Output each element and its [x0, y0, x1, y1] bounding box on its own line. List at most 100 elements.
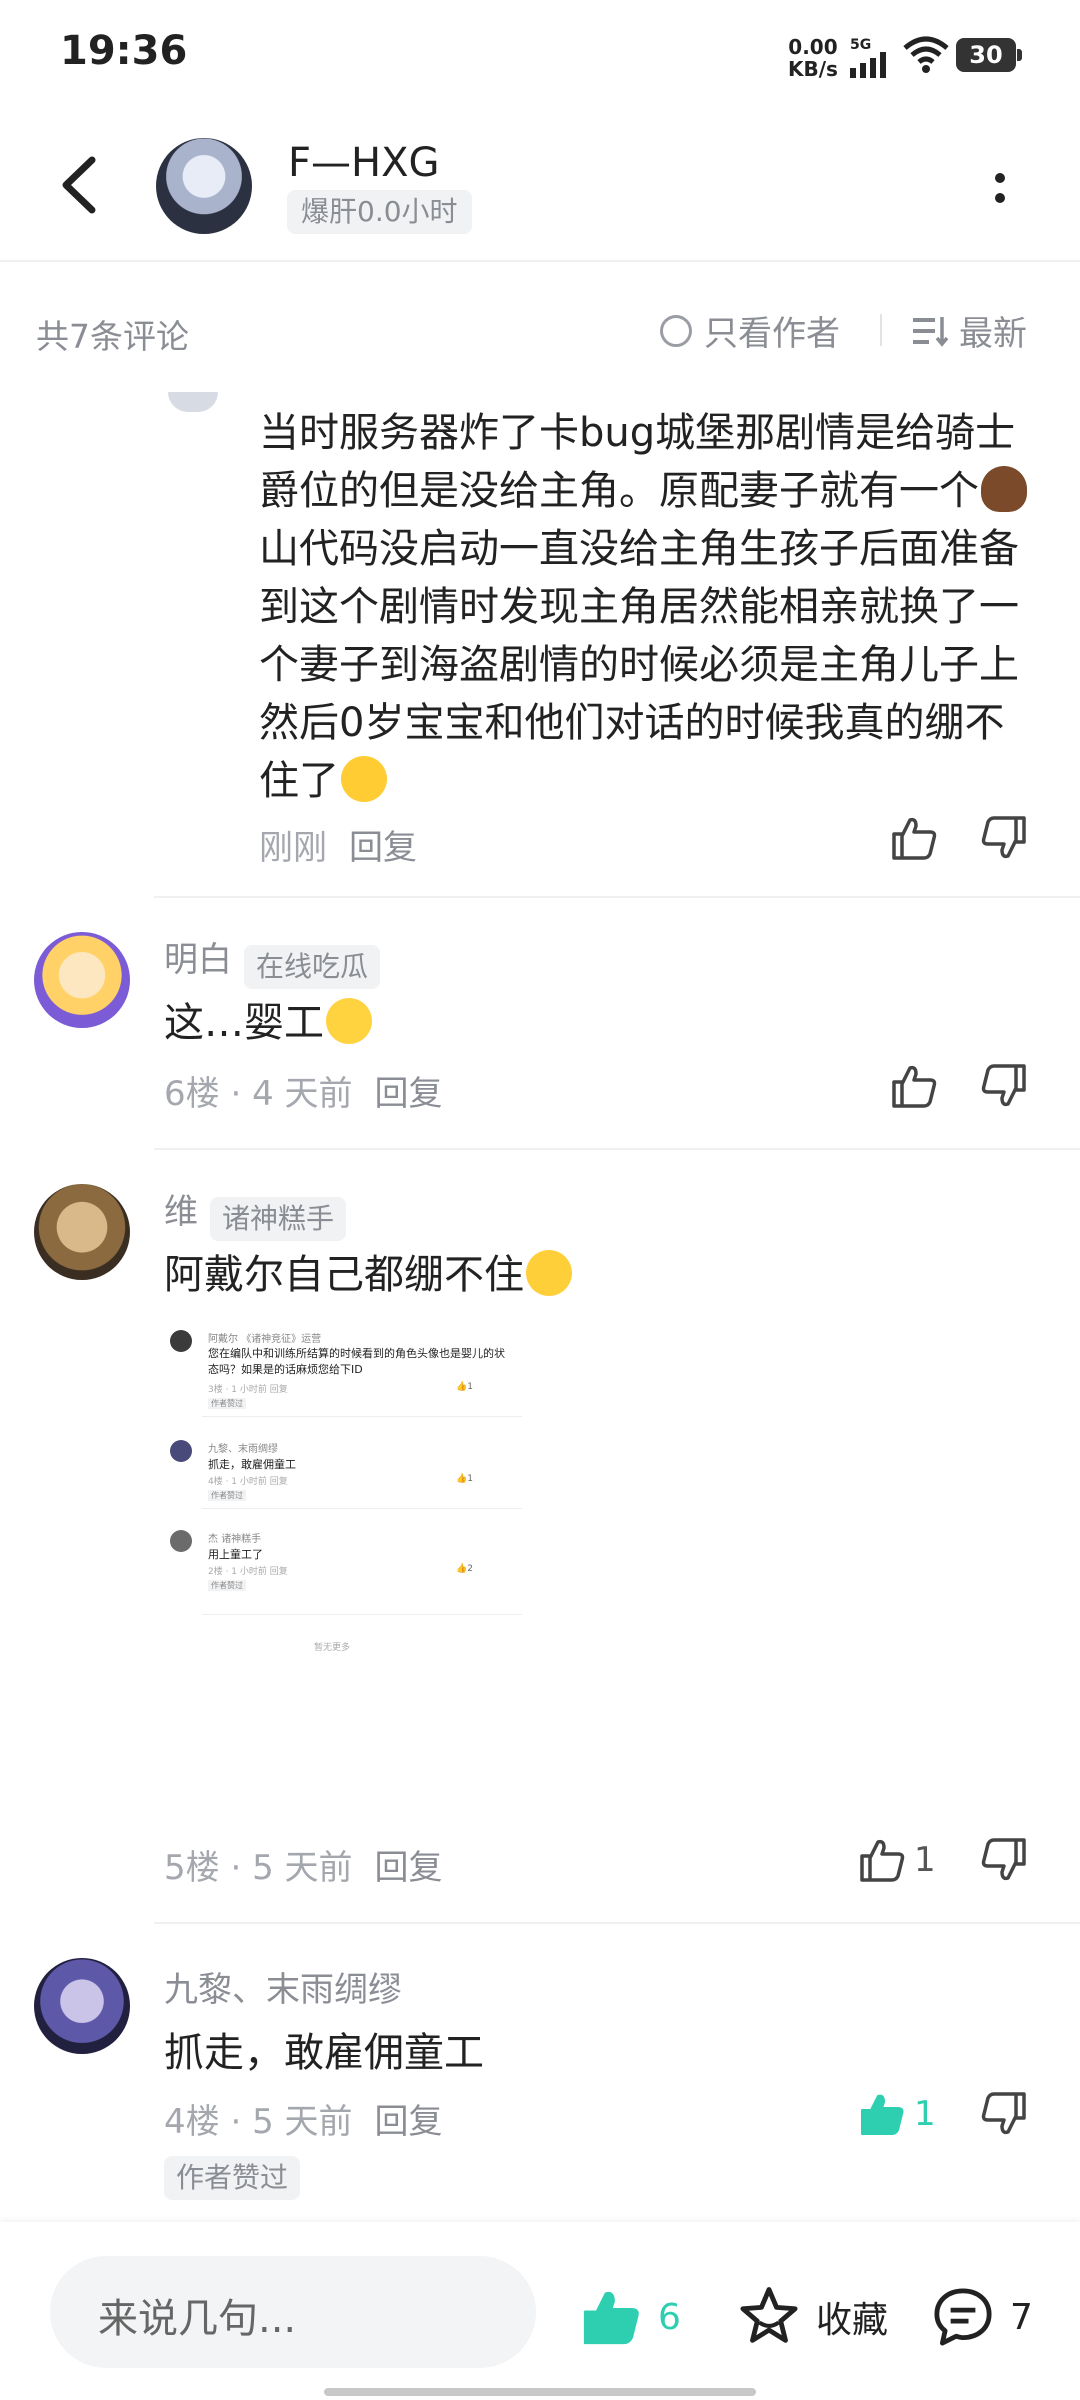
comment-4-dislike-button[interactable] [980, 2090, 1028, 2142]
comment-1-like-button[interactable] [890, 814, 938, 866]
comment-4-like-count: 1 [914, 2094, 936, 2134]
grinning-emoji-icon [341, 756, 387, 802]
comment-4-like-button[interactable]: 1 [858, 2090, 936, 2138]
user-avatar[interactable] [34, 932, 130, 1028]
thumbs-down-icon [981, 1838, 1026, 1881]
comment-2-like-button[interactable] [890, 1062, 938, 1114]
comment-3-attached-image[interactable]: 阿戴尔 《诸神竞征》运营 您在编队中和训练所结算的时候看到的角色头像也是婴儿的状… [164, 1318, 530, 1658]
comment-1-text-part1: 当时服务器炸了卡bug城堡那剧情是给骑士爵位的但是没给主角。原配妻子就有一个 [259, 410, 1016, 514]
thumbs-up-filled-icon [861, 2094, 904, 2135]
home-indicator [324, 2388, 756, 2396]
comment-1-text[interactable]: 当时服务器炸了卡bug城堡那剧情是给骑士爵位的但是没给主角。原配妻子就有一个山代… [259, 404, 1029, 810]
comment-2-text[interactable]: 这…婴工 [164, 994, 374, 1052]
network-speed-unit: KB/s [788, 57, 838, 81]
thumbs-up-filled-icon [583, 2291, 639, 2345]
comment-4-text[interactable]: 抓走，敢雇佣童工 [164, 2024, 484, 2082]
mini-c2-badge: 作者赞过 [208, 1490, 246, 1501]
comment-4-floor: 4楼 [164, 2102, 220, 2142]
mini-c2-likes: 👍1 [456, 1474, 473, 1484]
comments-button[interactable]: 7 [930, 2284, 1033, 2350]
author-avatar[interactable] [156, 138, 252, 234]
comment-3-like-button[interactable]: 1 [858, 1836, 936, 1884]
comment-1-meta: 刚刚 回复 [259, 820, 417, 869]
mini-c1-tag: 《诸神竞征》运营 [241, 1334, 322, 1345]
comment-3-header: 维诸神糕手 [164, 1184, 347, 1241]
comment-3-meta: 5楼 · 5 天前 回复 [164, 1848, 443, 1888]
comment-4-reply-button[interactable]: 回复 [375, 2102, 443, 2142]
signal-icon: 5G [850, 38, 890, 82]
network-type: 5G [850, 37, 872, 53]
sort-button[interactable]: 最新 [913, 306, 1027, 355]
thumbs-down-icon [981, 816, 1026, 859]
comment-divider [154, 1148, 1080, 1150]
comment-3-time: 5 天前 [252, 1848, 353, 1888]
comment-divider [154, 1922, 1080, 1924]
only-author-toggle[interactable]: 只看作者 [660, 306, 840, 355]
mini-c3-header: 杰 诸神糕手 [208, 1530, 261, 1545]
comment-3-like-count: 1 [914, 1840, 936, 1880]
comment-4-meta: 4楼 · 5 天前 回复 [164, 2102, 443, 2142]
back-arrow-icon [62, 156, 96, 214]
comment-3-user-tag: 诸神糕手 [210, 1196, 347, 1241]
mini-c3-badge: 作者赞过 [208, 1580, 246, 1591]
mini-c2-meta: 4楼 · 1 小时前 回复 [208, 1477, 288, 1487]
radio-icon [660, 314, 692, 347]
mini-c2-user: 九黎、末雨绸缪 [208, 1444, 278, 1455]
comment-4-username[interactable]: 九黎、末雨绸缪 [164, 1962, 402, 2011]
comment-2-dislike-button[interactable] [980, 1062, 1028, 1114]
thumbs-down-icon [981, 2092, 1026, 2135]
comment-3-floor: 5楼 [164, 1848, 220, 1888]
mini-c3-tag: 诸神糕手 [221, 1534, 262, 1545]
thumbs-up-icon [892, 1065, 937, 1108]
crying-emoji-icon [526, 1250, 572, 1296]
post-like-button[interactable]: 6 [578, 2286, 681, 2348]
star-icon [740, 2287, 798, 2343]
comment-count: 共7条评论 [36, 317, 189, 356]
comment-1-reply-button[interactable]: 回复 [349, 828, 417, 868]
wifi-icon [903, 36, 949, 78]
network-speed-value: 0.00 [788, 35, 838, 59]
mini-c1-text: 您在编队中和训练所结算的时候看到的角色头像也是婴儿的状态吗？如果是的话麻烦您给下… [208, 1347, 505, 1376]
mini-c1-badge: 作者赞过 [208, 1398, 246, 1409]
comment-3-reply-button[interactable]: 回复 [375, 1848, 443, 1888]
author-playtime-badge: 爆肝0.0小时 [287, 190, 472, 234]
comment-1-dislike-button[interactable] [980, 814, 1028, 866]
mini-c1-likes: 👍1 [456, 1382, 473, 1392]
poop-emoji-icon [981, 466, 1027, 512]
sort-icon [913, 316, 949, 347]
comment-bubble-icon [934, 2288, 992, 2346]
comment-2-username[interactable]: 明白 [164, 940, 232, 980]
comment-2-reply-button[interactable]: 回复 [375, 1074, 443, 1114]
filter-divider [880, 314, 882, 346]
more-button[interactable] [980, 160, 1020, 220]
thumbs-up-icon [892, 817, 937, 860]
mini-avatar [170, 1440, 192, 1462]
network-speed: 0.00 KB/s [788, 36, 838, 80]
mini-divider [202, 1614, 522, 1615]
comment-count-total: 7 [1010, 2296, 1033, 2338]
comment-input-placeholder: 来说几句... [98, 2296, 297, 2342]
comment-2-floor: 6楼 [164, 1074, 220, 1114]
back-button[interactable] [50, 150, 110, 220]
thumbs-up-icon [860, 1839, 905, 1882]
user-avatar[interactable] [34, 1958, 130, 2054]
comment-2-header: 明白 在线吃瓜 [164, 932, 381, 989]
mini-c1-likes-count: 1 [467, 1382, 473, 1392]
user-avatar[interactable] [34, 1184, 130, 1280]
comment-divider [154, 896, 1080, 898]
mini-c2-likes-count: 1 [467, 1474, 473, 1484]
comment-3-text[interactable]: 阿戴尔自己都绷不住 [164, 1246, 574, 1304]
mini-c3-meta: 2楼 · 1 小时前 回复 [208, 1567, 288, 1577]
favorite-button[interactable]: 收藏 [736, 2284, 888, 2350]
mini-divider [202, 1416, 522, 1417]
comment-3-username[interactable]: 维 [164, 1192, 198, 1232]
thumbs-down-icon [981, 1064, 1026, 1107]
comment-2-meta: 6楼 · 4 天前 回复 [164, 1074, 443, 1114]
comment-3-dislike-button[interactable] [980, 1836, 1028, 1888]
reply-avatar-partial [168, 392, 218, 412]
author-name[interactable]: F—HXG [288, 140, 439, 186]
comment-2-user-tag: 在线吃瓜 [244, 944, 381, 989]
mini-divider [202, 1508, 522, 1509]
header-divider [0, 260, 1080, 262]
post-like-count: 6 [658, 2296, 681, 2338]
